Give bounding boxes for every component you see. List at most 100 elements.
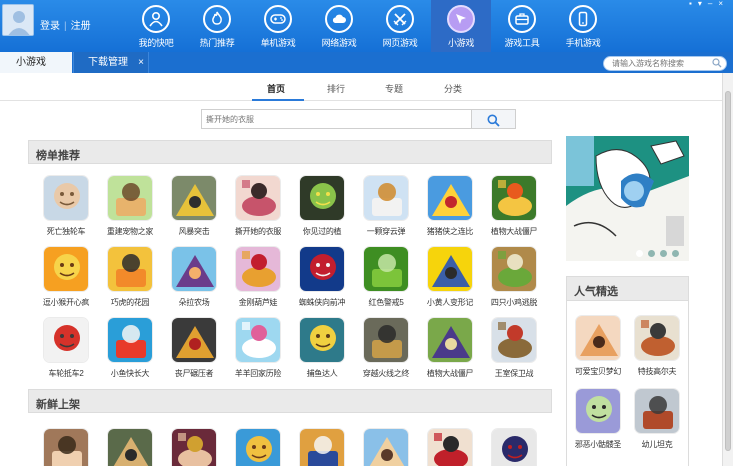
game-name[interactable]: 猪猪侠之连比 <box>421 226 479 237</box>
game-name[interactable]: 朵拉农场 <box>165 297 223 308</box>
game-name[interactable]: 邪恶小骷髅圣 <box>569 439 627 450</box>
game-name[interactable]: 植物大战僵尸 <box>485 226 543 237</box>
game-name[interactable]: 蜘蛛侠向前冲 <box>293 297 351 308</box>
game-tile[interactable]: 金刚葫芦娃 <box>229 246 287 308</box>
top-search-input[interactable] <box>612 58 708 69</box>
game-thumbnail[interactable] <box>235 175 281 221</box>
game-thumbnail[interactable] <box>363 428 409 466</box>
register-link[interactable]: 注册 <box>71 21 91 32</box>
game-thumbnail[interactable] <box>107 246 153 292</box>
game-name[interactable]: 王室保卫战 <box>485 368 543 379</box>
nav-item-hot[interactable]: 热门推荐 <box>187 0 247 52</box>
game-name[interactable]: 小黄人变形记 <box>421 297 479 308</box>
game-tile[interactable]: 植物大战僵尸 <box>485 175 543 237</box>
close-window-icon[interactable]: × <box>718 0 729 8</box>
game-name[interactable]: 风暴突击 <box>165 226 223 237</box>
game-tile[interactable]: 可爱宝贝梦幻 <box>569 315 627 377</box>
game-thumbnail[interactable] <box>363 317 409 363</box>
game-thumbnail[interactable] <box>427 246 473 292</box>
game-name[interactable]: 可爱宝贝梦幻 <box>569 366 627 377</box>
game-tile[interactable] <box>229 428 287 466</box>
game-name[interactable]: 四只小鸡逃脱 <box>485 297 543 308</box>
game-tile[interactable] <box>101 428 159 466</box>
game-tile[interactable]: 羊羊回家历险 <box>229 317 287 379</box>
game-thumbnail[interactable] <box>171 246 217 292</box>
game-tile[interactable]: 蜘蛛侠向前冲 <box>293 246 351 308</box>
game-thumbnail[interactable] <box>427 175 473 221</box>
game-name[interactable]: 金刚葫芦娃 <box>229 297 287 308</box>
game-thumbnail[interactable] <box>235 317 281 363</box>
game-name[interactable]: 红色警戒5 <box>357 297 415 308</box>
game-thumbnail[interactable] <box>634 388 680 434</box>
game-tile[interactable]: 重建宠物之家 <box>101 175 159 237</box>
game-name[interactable]: 撕开她的衣服 <box>229 226 287 237</box>
game-thumbnail[interactable] <box>43 317 89 363</box>
game-name[interactable]: 车轮抵车2 <box>37 368 95 379</box>
game-tile[interactable] <box>165 428 223 466</box>
nav-item-web-games[interactable]: 网页游戏 <box>370 0 430 52</box>
game-tile[interactable]: 逗小猴开心疯 <box>37 246 95 308</box>
game-name[interactable]: 植物大战僵尸 <box>421 368 479 379</box>
game-thumbnail[interactable] <box>491 317 537 363</box>
game-tile[interactable] <box>357 428 415 466</box>
game-tile[interactable]: 邪恶小骷髅圣 <box>569 388 627 450</box>
promo-banner[interactable] <box>566 136 689 261</box>
game-tile[interactable]: 红色警戒5 <box>357 246 415 308</box>
game-tile[interactable]: 穿越火线之终 <box>357 317 415 379</box>
tab-download-manager[interactable]: 下载管理 × <box>73 52 149 73</box>
nav-item-mini-games[interactable]: 小游戏 <box>431 0 491 52</box>
game-tile[interactable]: 四只小鸡逃脱 <box>485 246 543 308</box>
game-thumbnail[interactable] <box>171 428 217 466</box>
game-tile[interactable]: 丧尸碾压者 <box>165 317 223 379</box>
game-tile[interactable]: 撕开她的衣服 <box>229 175 287 237</box>
game-thumbnail[interactable] <box>107 317 153 363</box>
game-thumbnail[interactable] <box>107 175 153 221</box>
game-thumbnail[interactable] <box>43 175 89 221</box>
game-search-input[interactable] <box>206 113 466 125</box>
game-tile[interactable]: 幼儿坦克 <box>628 388 686 450</box>
game-thumbnail[interactable] <box>491 246 537 292</box>
game-tile[interactable] <box>485 428 543 466</box>
game-tile[interactable]: 捕鱼达人 <box>293 317 351 379</box>
game-tile[interactable]: 你见过的植 <box>293 175 351 237</box>
game-tile[interactable] <box>293 428 351 466</box>
game-thumbnail[interactable] <box>363 246 409 292</box>
game-tile[interactable]: 小黄人变形记 <box>421 246 479 308</box>
game-thumbnail[interactable] <box>299 428 345 466</box>
game-thumbnail[interactable] <box>427 428 473 466</box>
game-thumbnail[interactable] <box>235 246 281 292</box>
game-thumbnail[interactable] <box>171 317 217 363</box>
subtab-topics[interactable]: 专题 <box>385 82 403 95</box>
game-name[interactable]: 重建宠物之家 <box>101 226 159 237</box>
game-thumbnail[interactable] <box>235 428 281 466</box>
game-thumbnail[interactable] <box>299 317 345 363</box>
nav-item-game-tools[interactable]: 游戏工具 <box>492 0 552 52</box>
close-tab-icon[interactable]: × <box>138 52 144 73</box>
game-tile[interactable]: 巧虎的花园 <box>101 246 159 308</box>
game-name[interactable]: 穿越火线之终 <box>357 368 415 379</box>
game-thumbnail[interactable] <box>363 175 409 221</box>
minimize-icon[interactable]: – <box>708 0 718 8</box>
skin-icon[interactable]: ▪ <box>689 0 698 8</box>
game-thumbnail[interactable] <box>43 246 89 292</box>
game-name[interactable]: 丧尸碾压者 <box>165 368 223 379</box>
search-button[interactable] <box>472 109 516 129</box>
game-tile[interactable]: 猪猪侠之连比 <box>421 175 479 237</box>
game-tile[interactable]: 王室保卫战 <box>485 317 543 379</box>
game-name[interactable]: 羊羊回家历险 <box>229 368 287 379</box>
subtab-ranking[interactable]: 排行 <box>327 82 345 95</box>
game-tile[interactable]: 朵拉农场 <box>165 246 223 308</box>
login-link[interactable]: 登录 <box>40 21 60 32</box>
carousel-dot-active[interactable] <box>636 250 643 257</box>
game-name[interactable]: 你见过的植 <box>293 226 351 237</box>
game-thumbnail[interactable] <box>171 175 217 221</box>
game-thumbnail[interactable] <box>299 246 345 292</box>
game-name[interactable]: 捕鱼达人 <box>293 368 351 379</box>
game-thumbnail[interactable] <box>575 315 621 361</box>
carousel-dot[interactable] <box>672 250 679 257</box>
menu-icon[interactable]: ▾ <box>698 0 708 8</box>
game-thumbnail[interactable] <box>43 428 89 466</box>
nav-item-mobile-games[interactable]: 手机游戏 <box>553 0 613 52</box>
nav-item-single-player[interactable]: 单机游戏 <box>248 0 308 52</box>
search-icon[interactable] <box>712 58 722 71</box>
